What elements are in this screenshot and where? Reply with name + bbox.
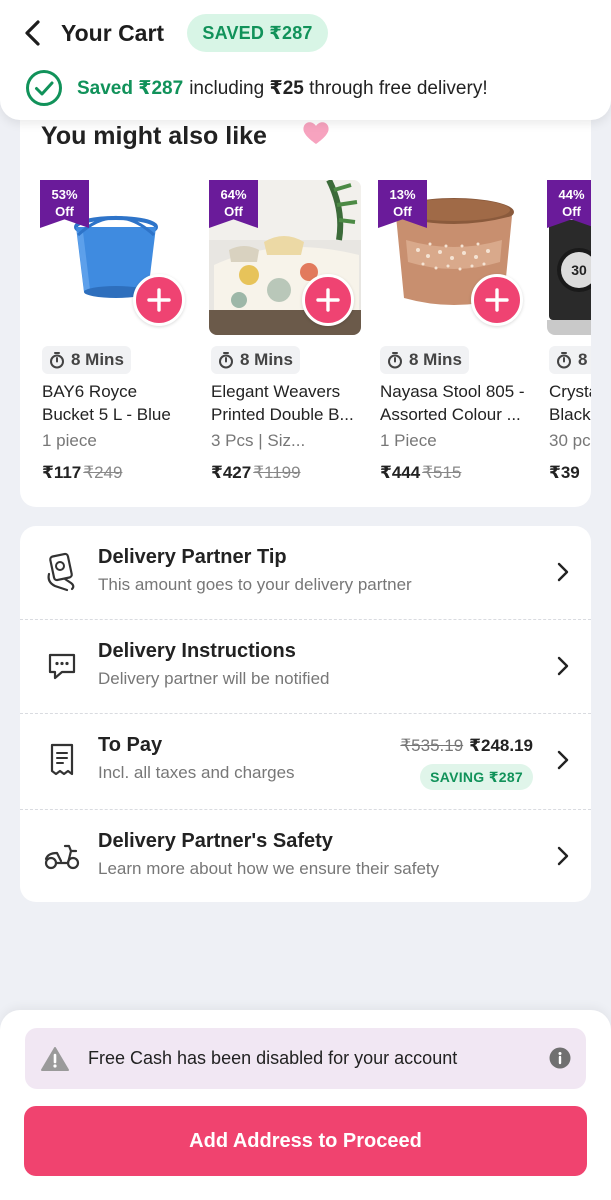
cart-options-card: Delivery Partner Tip This amount goes to… — [20, 526, 591, 902]
product-card[interactable]: 30 44%Off 8 Mins CrystalBlack 30 pcs ₹39 — [547, 180, 591, 500]
delivery-time: 8 Mins — [549, 346, 591, 374]
delivery-safety-subtitle: Learn more about how we ensure their saf… — [98, 859, 440, 878]
product-name: CrystalBlack — [549, 382, 591, 424]
product-price: ₹117 ₹249 — [42, 463, 123, 482]
add-to-cart-button[interactable] — [133, 274, 185, 326]
product-price: ₹427 ₹1199 — [211, 463, 301, 482]
delivery-time: 8 Mins — [380, 346, 469, 374]
product-quantity: 1 Piece — [380, 431, 437, 450]
info-icon[interactable] — [549, 1047, 571, 1069]
heart-icon — [303, 122, 329, 144]
product-price: ₹444 ₹515 — [380, 463, 462, 482]
plus-icon — [316, 288, 340, 312]
product-quantity: 30 pcs — [549, 431, 591, 450]
delivery-saving-amount: ₹25 — [269, 77, 304, 99]
cart-header: Your Cart SAVED ₹287 Saved ₹287 includin… — [0, 0, 611, 120]
delivery-tip-subtitle: This amount goes to your delivery partne… — [98, 575, 412, 594]
to-pay-row[interactable]: To Pay Incl. all taxes and charges ₹535.… — [20, 714, 591, 810]
delivery-instructions-subtitle: Delivery partner will be notified — [98, 669, 330, 688]
recommendations-card: You might also like 53% Off 8 Mins BAY6 R… — [20, 100, 591, 507]
to-pay-amount: ₹248.19 — [469, 736, 533, 755]
stopwatch-icon — [557, 352, 571, 369]
stopwatch-icon — [50, 352, 64, 369]
product-quantity: 1 piece — [42, 431, 97, 450]
page-title: Your Cart — [61, 20, 165, 46]
delivery-tip-row[interactable]: Delivery Partner Tip This amount goes to… — [20, 526, 591, 620]
chat-icon — [42, 646, 82, 686]
tip-hand-icon — [42, 552, 82, 592]
to-pay-title: To Pay — [98, 734, 163, 756]
chevron-right-icon — [557, 656, 569, 676]
chevron-right-icon — [557, 562, 569, 582]
delivery-safety-row[interactable]: Delivery Partner's Safety Learn more abo… — [20, 810, 591, 904]
back-button[interactable] — [18, 18, 48, 48]
product-quantity: 3 Pcs | Siz... — [211, 431, 306, 450]
to-pay-subtitle: Incl. all taxes and charges — [98, 763, 295, 782]
check-circle-icon — [26, 70, 62, 106]
scooter-icon — [42, 836, 82, 876]
product-price: ₹39 — [549, 463, 580, 482]
savings-message: Saved ₹287 including ₹25 through free de… — [25, 69, 488, 107]
saved-amount-text: Saved ₹287 — [77, 77, 184, 99]
saved-badge: SAVED ₹287 — [187, 14, 328, 52]
product-name: Elegant Weavers Printed Double B... — [211, 382, 354, 424]
delivery-safety-title: Delivery Partner's Safety — [98, 830, 333, 852]
product-name: Nayasa Stool 805 - Assorted Colour ... — [380, 382, 525, 424]
delivery-time: 8 Mins — [211, 346, 300, 374]
plus-icon — [147, 288, 171, 312]
chevron-right-icon — [557, 846, 569, 866]
recommendations-title: You might also like — [41, 122, 267, 150]
delivery-tip-title: Delivery Partner Tip — [98, 546, 287, 568]
plus-icon — [485, 288, 509, 312]
delivery-instructions-title: Delivery Instructions — [98, 640, 296, 662]
saved-suffix-text: through free delivery! — [309, 77, 488, 99]
delivery-instructions-row[interactable]: Delivery Instructions Delivery partner w… — [20, 620, 591, 714]
svg-text:30: 30 — [571, 262, 587, 278]
back-arrow-icon — [25, 20, 40, 46]
add-address-button[interactable]: Add Address to Proceed — [24, 1106, 587, 1176]
saved-including-text: including — [189, 77, 265, 99]
add-to-cart-button[interactable] — [302, 274, 354, 326]
checkout-footer: Free Cash has been disabled for your acc… — [0, 1010, 611, 1200]
product-card[interactable]: 53% Off 8 Mins BAY6 Royce Bucket 5 L - Blu… — [40, 180, 192, 500]
receipt-icon — [42, 740, 82, 780]
add-to-cart-button[interactable] — [471, 274, 523, 326]
warning-icon — [41, 1046, 69, 1071]
saving-badge: SAVING ₹287 — [420, 764, 533, 790]
stopwatch-icon — [219, 352, 233, 369]
stopwatch-icon — [388, 352, 402, 369]
warning-text: Free Cash has been disabled for your acc… — [88, 1048, 458, 1068]
chevron-right-icon — [557, 750, 569, 770]
product-name: BAY6 Royce Bucket 5 L - Blue — [42, 382, 171, 424]
product-card[interactable]: 64% Off 8 Mins Elegant Weavers Printed Dou… — [209, 180, 361, 500]
to-pay-mrp: ₹535.19 — [400, 736, 464, 755]
free-cash-warning: Free Cash has been disabled for your acc… — [25, 1028, 586, 1089]
delivery-time: 8 Mins — [42, 346, 131, 374]
to-pay-amounts: ₹535.19 ₹248.19 — [400, 736, 533, 756]
product-card[interactable]: 13% Off 8 Mins Nayasa Stool 805 - Assorted… — [378, 180, 530, 500]
